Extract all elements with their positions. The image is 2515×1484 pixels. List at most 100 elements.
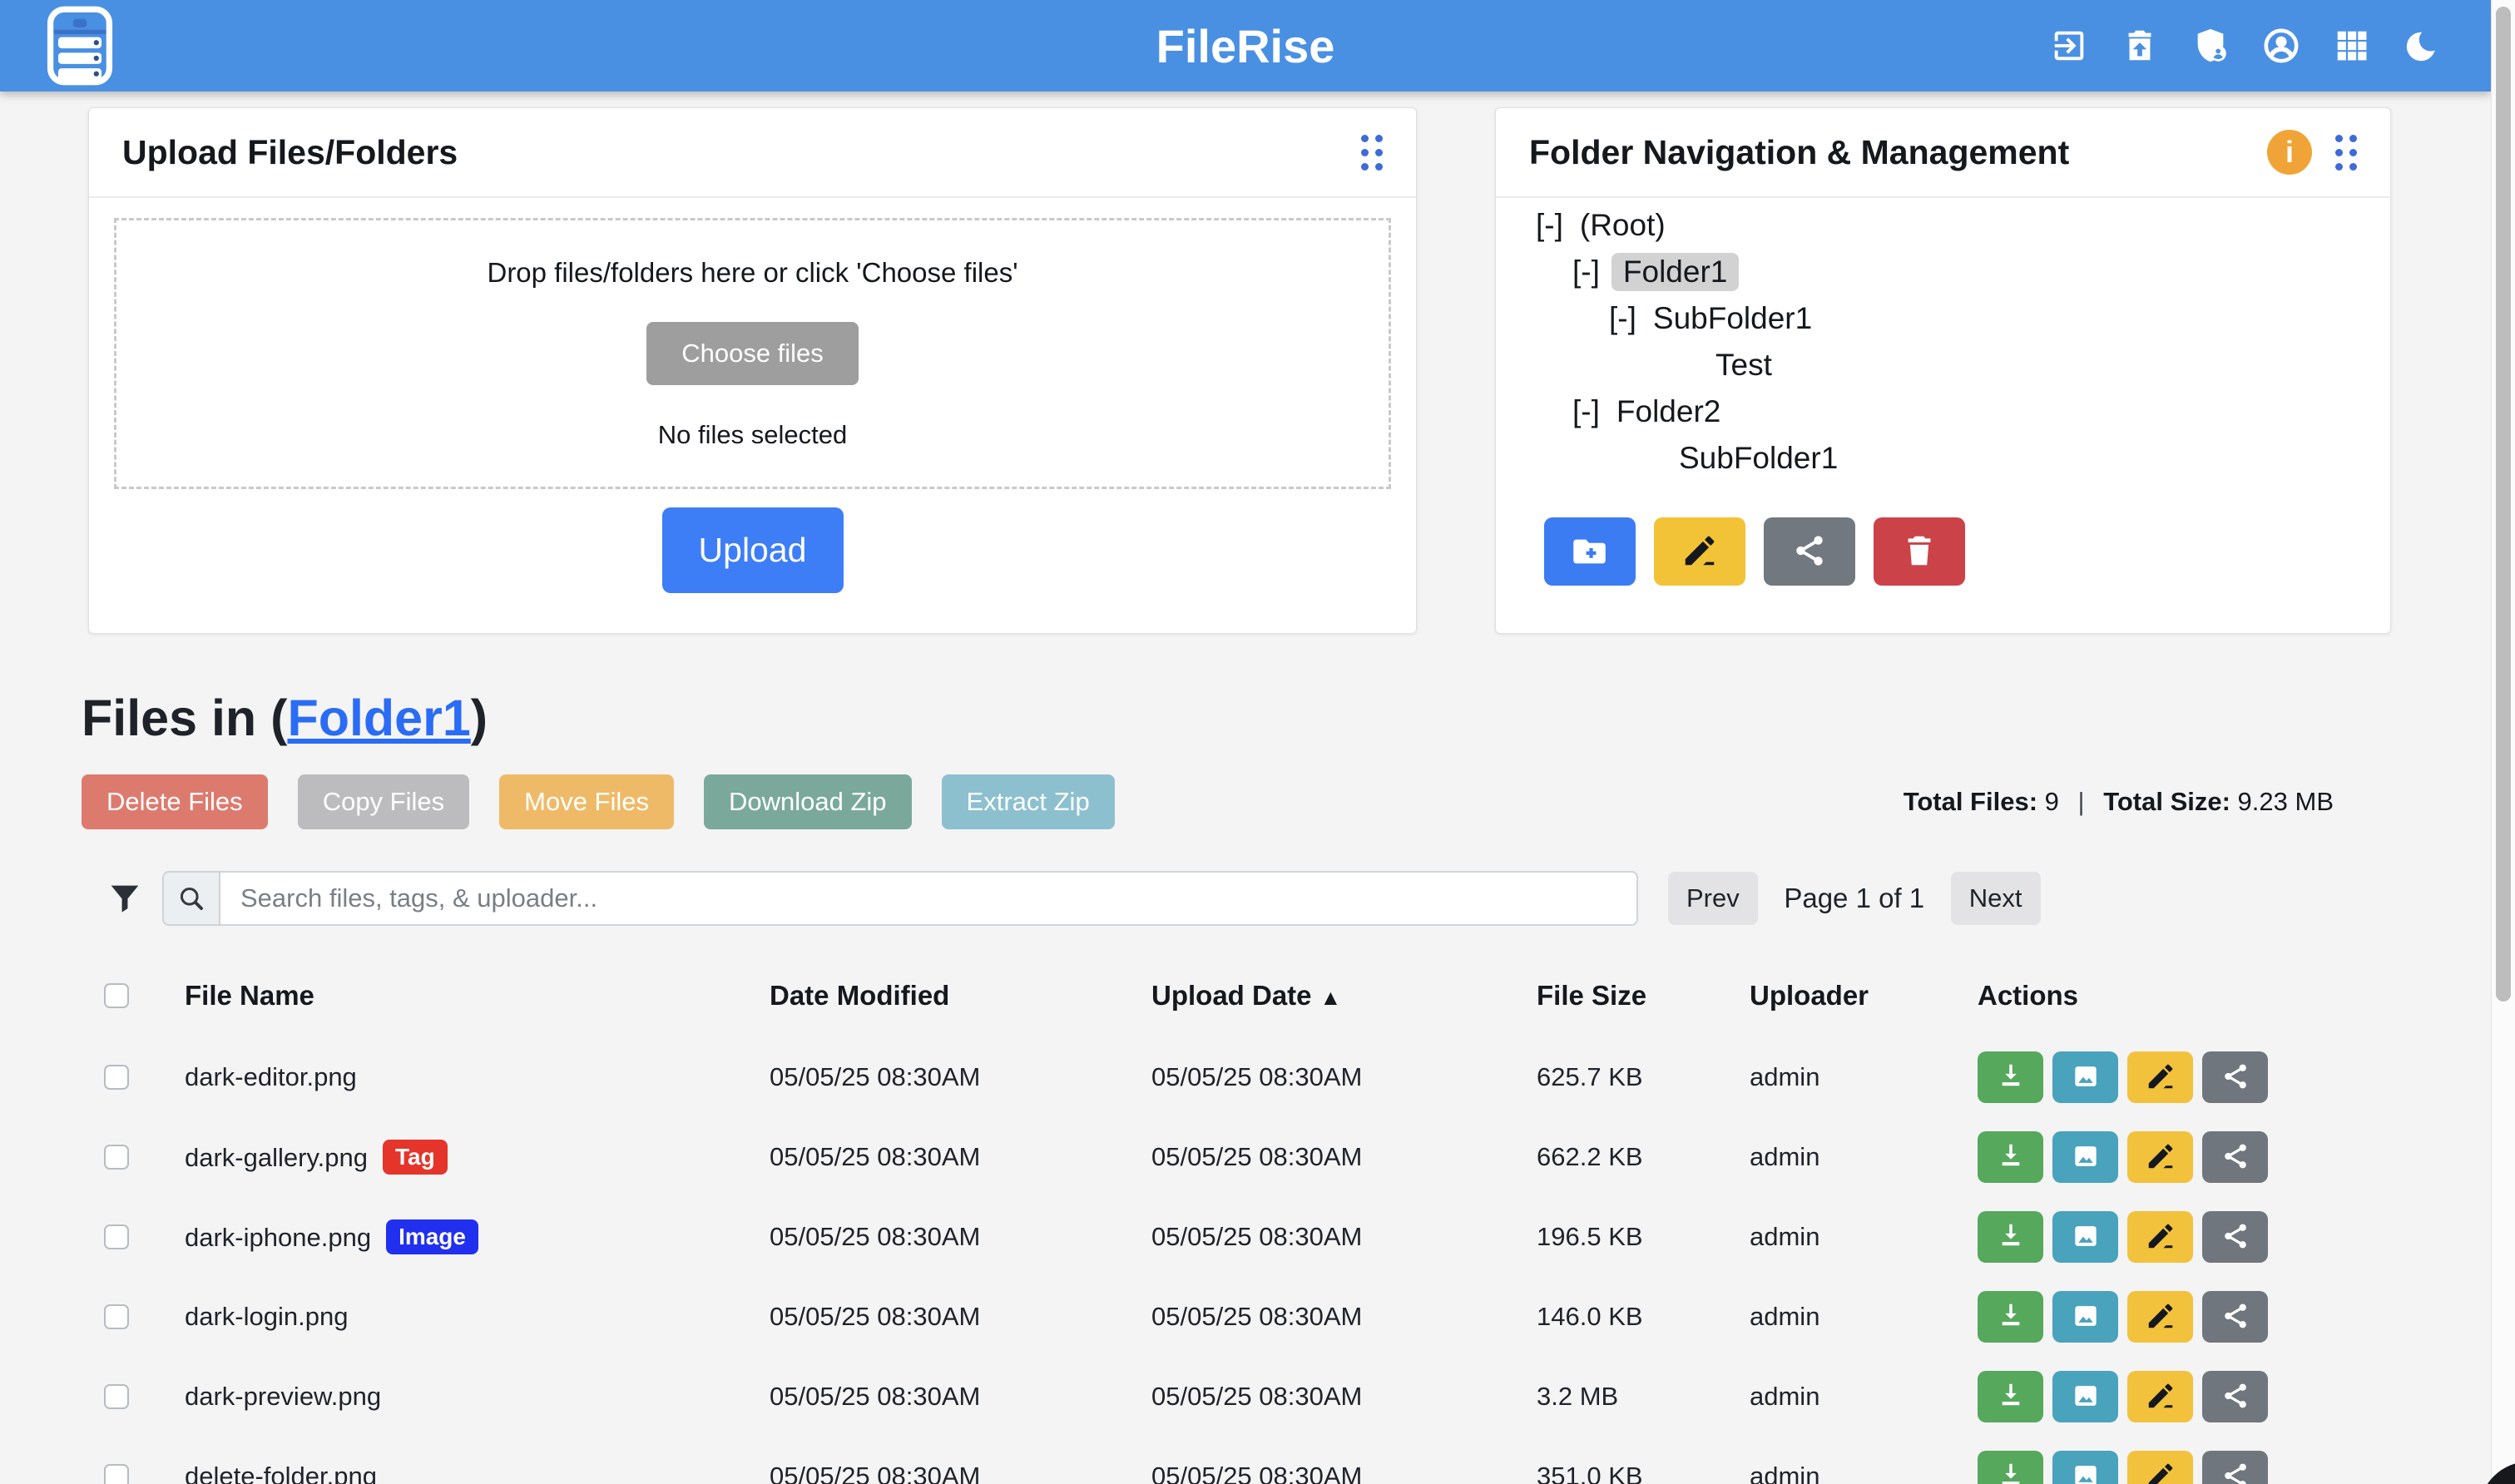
column-file-size[interactable]: File Size	[1537, 980, 1646, 1012]
logout-icon[interactable]	[2049, 26, 2089, 66]
restore-trash-icon[interactable]	[2120, 26, 2160, 66]
copy-files-button[interactable]: Copy Files	[298, 774, 469, 829]
drag-handle-icon[interactable]	[2335, 135, 2357, 171]
current-folder-link[interactable]: Folder1	[287, 690, 470, 746]
tree-toggle[interactable]: [-]	[1572, 394, 1600, 429]
download-icon	[1995, 1300, 2027, 1334]
tree-item[interactable]: [-] SubFolder1	[1536, 295, 2365, 342]
rename-folder-button[interactable]	[1654, 517, 1745, 586]
tree-folder-label[interactable]: (Root)	[1575, 206, 1671, 245]
file-name: delete-folder.png	[185, 1462, 377, 1484]
preview-image-icon	[2070, 1300, 2102, 1334]
row-checkbox[interactable]	[104, 1464, 129, 1484]
next-page-button[interactable]: Next	[1951, 872, 2041, 925]
edit-button[interactable]	[2127, 1211, 2193, 1263]
share-folder-button[interactable]	[1764, 517, 1855, 586]
column-actions: Actions	[1978, 980, 2078, 1012]
folder-tree: [-] (Root) [-] Folder1 [-] SubFolder1 Test [-] F…	[1536, 202, 2365, 482]
filerise-logo-icon[interactable]	[38, 3, 121, 88]
uploader-cell: admin	[1750, 1302, 1819, 1332]
date-modified-cell: 05/05/25 08:30AM	[770, 1382, 980, 1412]
tree-folder-label[interactable]: SubFolder1	[1674, 439, 1843, 477]
preview-image-button[interactable]	[2052, 1051, 2118, 1103]
download-button[interactable]	[1978, 1371, 2043, 1422]
file-size-cell: 3.2 MB	[1537, 1382, 1618, 1412]
scrollbar-track[interactable]	[2491, 0, 2515, 1484]
delete-files-button[interactable]: Delete Files	[82, 774, 268, 829]
extract-zip-button[interactable]: Extract Zip	[942, 774, 1115, 829]
edit-button[interactable]	[2127, 1451, 2193, 1484]
column-date-modified[interactable]: Date Modified	[770, 980, 949, 1012]
preview-image-button[interactable]	[2052, 1131, 2118, 1183]
tree-folder-label[interactable]: Folder2	[1611, 393, 1725, 431]
trash-icon	[1900, 532, 1938, 572]
tree-toggle[interactable]: [-]	[1572, 255, 1600, 289]
download-button[interactable]	[1978, 1131, 2043, 1183]
share-button[interactable]	[2202, 1451, 2268, 1484]
column-upload-date[interactable]: Upload Date▲	[1151, 980, 1341, 1012]
share-button[interactable]	[2202, 1291, 2268, 1343]
sort-ascending-icon: ▲	[1320, 985, 1342, 1010]
drag-handle-icon[interactable]	[1361, 135, 1383, 171]
row-checkbox[interactable]	[104, 1224, 129, 1249]
upload-button[interactable]: Upload	[662, 507, 844, 593]
download-button[interactable]	[1978, 1451, 2043, 1484]
column-uploader[interactable]: Uploader	[1750, 980, 1869, 1012]
download-icon	[1995, 1061, 2027, 1095]
dark-mode-icon[interactable]	[2403, 26, 2443, 66]
download-zip-button[interactable]: Download Zip	[704, 774, 912, 829]
edit-button[interactable]	[2127, 1051, 2193, 1103]
share-button[interactable]	[2202, 1371, 2268, 1422]
file-size-cell: 625.7 KB	[1537, 1062, 1643, 1092]
preview-image-button[interactable]	[2052, 1451, 2118, 1484]
preview-image-button[interactable]	[2052, 1211, 2118, 1263]
prev-page-button[interactable]: Prev	[1668, 872, 1758, 925]
create-folder-button[interactable]	[1544, 517, 1636, 586]
tree-folder-label[interactable]: Folder1	[1611, 253, 1739, 291]
share-button[interactable]	[2202, 1131, 2268, 1183]
select-all-checkbox[interactable]	[104, 983, 129, 1008]
tree-folder-label[interactable]: Test	[1710, 346, 1777, 384]
file-dropzone[interactable]: Drop files/folders here or click 'Choose…	[114, 218, 1391, 489]
tree-item[interactable]: Test	[1536, 342, 2365, 388]
download-button[interactable]	[1978, 1211, 2043, 1263]
edit-button[interactable]	[2127, 1371, 2193, 1422]
row-checkbox[interactable]	[104, 1304, 129, 1329]
tree-item[interactable]: [-] Folder2	[1536, 388, 2365, 435]
preview-image-button[interactable]	[2052, 1291, 2118, 1343]
search-input[interactable]	[219, 871, 1638, 926]
user-profile-icon[interactable]	[2261, 26, 2301, 66]
tree-folder-label[interactable]: SubFolder1	[1648, 299, 1817, 338]
choose-files-button[interactable]: Choose files	[646, 322, 859, 385]
date-modified-cell: 05/05/25 08:30AM	[770, 1462, 980, 1484]
row-checkbox[interactable]	[104, 1145, 129, 1170]
row-checkbox[interactable]	[104, 1384, 129, 1409]
row-checkbox[interactable]	[104, 1065, 129, 1090]
move-files-button[interactable]: Move Files	[499, 774, 674, 829]
share-button[interactable]	[2202, 1051, 2268, 1103]
tree-item[interactable]: [-] Folder1	[1536, 249, 2365, 295]
preview-image-button[interactable]	[2052, 1371, 2118, 1422]
filter-icon[interactable]	[106, 879, 144, 918]
tree-item[interactable]: SubFolder1	[1536, 435, 2365, 482]
row-actions	[1978, 1291, 2268, 1343]
file-name: dark-gallery.png	[185, 1143, 368, 1172]
info-icon[interactable]: i	[2267, 130, 2312, 175]
edit-button[interactable]	[2127, 1131, 2193, 1183]
tree-item[interactable]: [-] (Root)	[1536, 202, 2365, 249]
date-modified-cell: 05/05/25 08:30AM	[770, 1222, 980, 1252]
tree-toggle[interactable]: [-]	[1536, 208, 1563, 243]
download-button[interactable]	[1978, 1051, 2043, 1103]
share-button[interactable]	[2202, 1211, 2268, 1263]
edit-button[interactable]	[2127, 1291, 2193, 1343]
file-name: dark-preview.png	[185, 1382, 381, 1411]
tree-toggle[interactable]: [-]	[1609, 301, 1636, 336]
scrollbar-thumb[interactable]	[2496, 7, 2511, 1002]
download-button[interactable]	[1978, 1291, 2043, 1343]
column-file-name[interactable]: File Name	[185, 980, 314, 1012]
app-header: FileRise	[0, 0, 2491, 92]
admin-shield-icon[interactable]	[2191, 26, 2230, 66]
upload-card-header: Upload Files/Folders	[89, 108, 1416, 198]
grid-view-icon[interactable]	[2332, 26, 2372, 66]
delete-folder-button[interactable]	[1874, 517, 1965, 586]
